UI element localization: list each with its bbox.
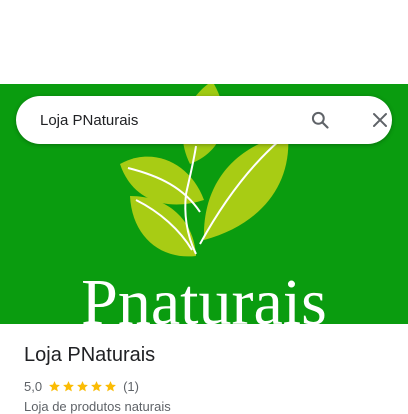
star-icon xyxy=(49,380,60,391)
clear-search-button[interactable] xyxy=(368,108,392,132)
review-count[interactable]: (1) xyxy=(123,379,139,394)
star-icon xyxy=(77,380,88,391)
search-input[interactable] xyxy=(40,108,290,132)
rating-stars xyxy=(48,380,118,393)
top-blank-area xyxy=(0,0,408,84)
search-button[interactable] xyxy=(308,108,332,132)
brand-text: Pnaturais xyxy=(81,266,327,324)
place-category: Loja de produtos naturais xyxy=(24,399,171,414)
search-bar xyxy=(16,96,392,144)
place-title: Loja PNaturais xyxy=(24,344,156,366)
rating-value: 5,0 xyxy=(24,378,43,394)
rating-row[interactable]: 5,0 (1) xyxy=(24,377,139,395)
star-icon xyxy=(105,380,116,391)
close-icon xyxy=(373,113,387,127)
star-icon xyxy=(63,380,74,391)
place-info-panel: Loja PNaturais 5,0 (1) Loja de produtos … xyxy=(0,324,408,414)
star-icon xyxy=(91,380,102,391)
search-icon xyxy=(311,111,329,129)
